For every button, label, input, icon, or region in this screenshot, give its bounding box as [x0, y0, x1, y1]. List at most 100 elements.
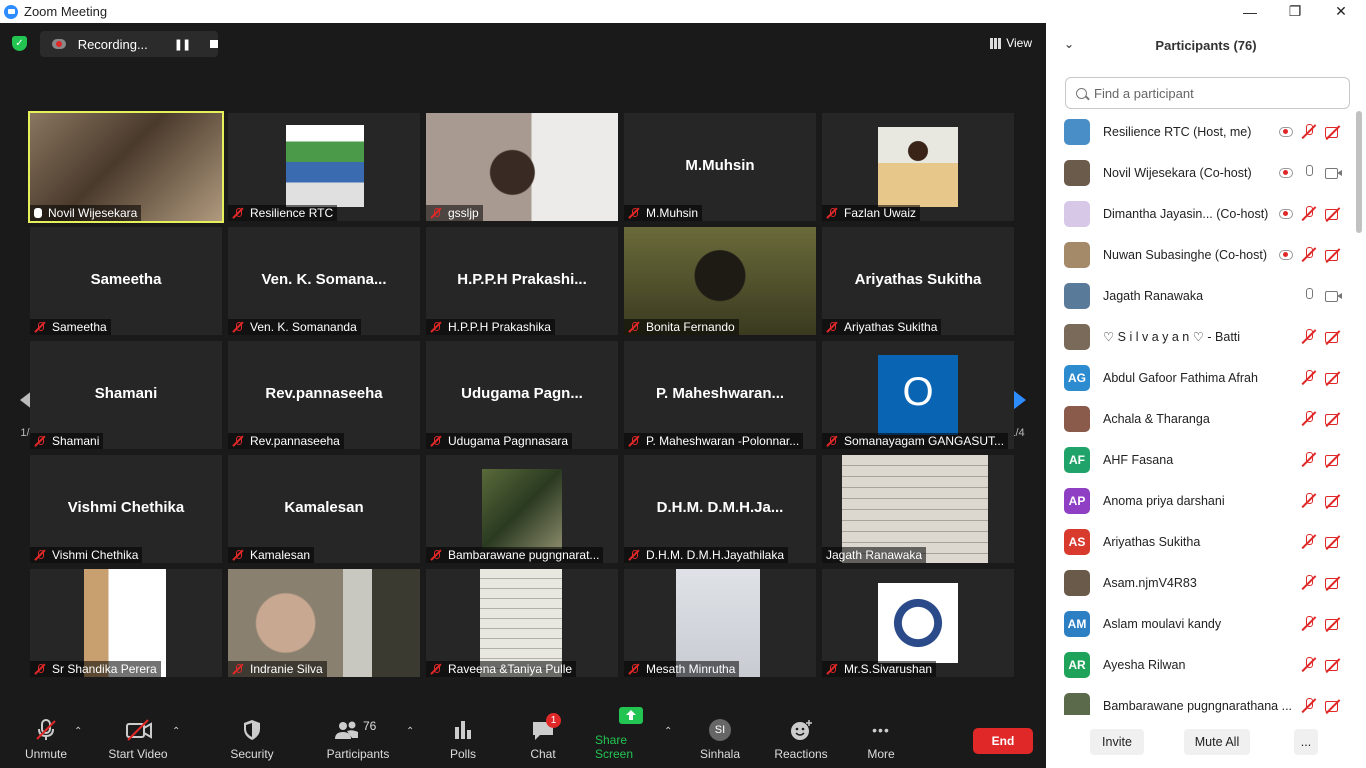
encryption-shield-icon[interactable]: ✓ [12, 36, 27, 51]
participant-row[interactable]: Achala & Tharanga [1046, 398, 1356, 439]
video-off-icon [1325, 659, 1342, 671]
participant-row[interactable]: Jagath Ranawaka [1046, 275, 1356, 316]
invite-button[interactable]: Invite [1090, 729, 1144, 755]
tile-name-label: Shamani [30, 433, 104, 449]
video-tile[interactable]: Shamani Shamani [30, 341, 222, 449]
participant-row[interactable]: ♡ S i l v a y a n ♡ - Batti [1046, 316, 1356, 357]
video-tile[interactable]: Vishmi Chethika Vishmi Chethika [30, 455, 222, 563]
video-tile[interactable]: Mr.S.Sivarushan [822, 569, 1014, 677]
participant-row[interactable]: AM Aslam moulavi kandy [1046, 603, 1356, 644]
tile-name: Kamalesan [250, 548, 311, 562]
participant-name: Ayesha Rilwan [1103, 657, 1186, 672]
tile-name-label: Indranie Silva [228, 661, 327, 677]
participant-list-scrollbar[interactable] [1356, 111, 1362, 233]
muted-mic-icon [430, 549, 442, 561]
participant-name: Abdul Gafoor Fathima Afrah [1103, 370, 1258, 385]
video-tile[interactable]: Fazlan Uwaiz [822, 113, 1014, 221]
tile-name-label: Udugama Pagnnasara [426, 433, 573, 449]
tile-display-name: Sameetha [90, 271, 162, 288]
participant-row[interactable]: AG Abdul Gafoor Fathima Afrah [1046, 357, 1356, 398]
pause-recording-button[interactable]: ❚❚ [174, 38, 191, 51]
video-tile[interactable]: M.Muhsin M.Muhsin [624, 113, 816, 221]
tile-display-name: Ariyathas Sukitha [854, 271, 982, 288]
maximize-button[interactable]: ❐ [1272, 0, 1318, 23]
video-tile[interactable]: Jagath Ranawaka [822, 455, 1014, 563]
muted-mic-icon [34, 549, 46, 561]
collapse-panel-chevron-icon[interactable]: ⌄ [1064, 37, 1074, 51]
share-screen-button[interactable]: Share Screen [595, 707, 667, 768]
speaking-mic-icon [34, 208, 42, 218]
participants-caret-icon[interactable]: ⌃ [406, 726, 414, 737]
muted-mic-icon [430, 207, 442, 219]
participant-row[interactable]: Resilience RTC (Host, me) [1046, 111, 1356, 152]
video-tile[interactable]: Ven. K. Somana... Ven. K. Somananda [228, 227, 420, 335]
video-tile[interactable]: Kamalesan Kamalesan [228, 455, 420, 563]
video-tile[interactable]: Udugama Pagn... Udugama Pagnnasara [426, 341, 618, 449]
unmute-button[interactable]: Unmute [20, 712, 72, 768]
video-tile[interactable]: Raveena &Taniya Pulle [426, 569, 618, 677]
minimize-button[interactable]: — [1227, 0, 1273, 23]
muted-mic-icon [628, 549, 640, 561]
chat-icon: 1 [531, 713, 561, 741]
more-button[interactable]: ••• More [862, 712, 900, 768]
tile-name: Indranie Silva [250, 662, 323, 676]
polls-button[interactable]: Polls [446, 712, 480, 768]
more-label: More [867, 747, 895, 761]
close-button[interactable]: ✕ [1318, 0, 1364, 23]
find-participant-search[interactable]: Find a participant [1065, 77, 1350, 109]
gallery-grid: Novil Wijesekara Resilience RTC gssljp M.Mu… [28, 111, 1016, 677]
participant-row[interactable]: Bambarawane pugngnarathana ... [1046, 685, 1356, 715]
reactions-button[interactable]: Reactions [772, 712, 830, 768]
tile-display-name: Shamani [94, 385, 158, 402]
participant-row[interactable]: Asam.njmV4R83 [1046, 562, 1356, 603]
video-tile[interactable]: H.P.P.H Prakashi... H.P.P.H Prakashika [426, 227, 618, 335]
view-button[interactable]: View [984, 32, 1038, 54]
participant-row[interactable]: Nuwan Subasinghe (Co-host) [1046, 234, 1356, 275]
grid-view-icon [990, 37, 1002, 49]
participant-row[interactable]: Novil Wijesekara (Co-host) [1046, 152, 1356, 193]
chat-button[interactable]: 1 Chat [526, 712, 561, 768]
video-tile[interactable]: Rev.pannaseeha Rev.pannaseeha [228, 341, 420, 449]
tile-name: Shamani [52, 434, 100, 448]
panel-more-button[interactable]: ... [1294, 729, 1318, 755]
tile-name: Ven. K. Somananda [250, 320, 357, 334]
video-tile[interactable]: D.H.M. D.M.H.Ja... D.H.M. D.M.H.Jayathila… [624, 455, 816, 563]
video-tile[interactable]: gssljp [426, 113, 618, 221]
share-options-caret-icon[interactable]: ⌃ [664, 726, 672, 737]
audio-options-caret-icon[interactable]: ⌃ [74, 726, 82, 737]
video-options-caret-icon[interactable]: ⌃ [172, 726, 180, 737]
mic-muted-icon [1302, 410, 1316, 427]
video-tile[interactable]: Bonita Fernando [624, 227, 816, 335]
video-tile[interactable]: Bambarawane pugngnarat... [426, 455, 618, 563]
participant-row[interactable]: AP Anoma priya darshani [1046, 480, 1356, 521]
interpretation-sinhala-button[interactable]: SI Sinhala [698, 712, 742, 768]
participant-row[interactable]: AS Ariyathas Sukitha [1046, 521, 1356, 562]
participant-row[interactable]: AF AHF Fasana [1046, 439, 1356, 480]
participant-row[interactable]: Dimantha Jayasin... (Co-host) [1046, 193, 1356, 234]
video-tile[interactable]: Ariyathas Sukitha Ariyathas Sukitha [822, 227, 1014, 335]
stop-recording-button[interactable] [210, 40, 218, 48]
muted-mic-icon [232, 207, 244, 219]
start-video-button[interactable]: Start Video [105, 712, 171, 768]
participant-row[interactable]: AR Ayesha Rilwan [1046, 644, 1356, 685]
mic-muted-icon [1302, 451, 1316, 468]
video-tile[interactable]: Mesath Minrutha [624, 569, 816, 677]
participant-avatar [1064, 159, 1090, 186]
mute-all-button[interactable]: Mute All [1184, 729, 1250, 755]
video-tile[interactable]: O Somanayagam GANGASUT... [822, 341, 1014, 449]
tile-name: Rev.pannaseeha [250, 434, 340, 448]
video-tile[interactable]: P. Maheshwaran... P. Maheshwaran -Polonna… [624, 341, 816, 449]
end-meeting-button[interactable]: End [973, 728, 1033, 754]
video-tile[interactable]: Sr Shandika Perera [30, 569, 222, 677]
video-tile[interactable]: Novil Wijesekara [28, 111, 224, 223]
video-tile[interactable]: Sameetha Sameetha [30, 227, 222, 335]
video-tile[interactable]: Indranie Silva [228, 569, 420, 677]
mic-icon [1302, 164, 1316, 181]
tile-name: gssljp [448, 206, 479, 220]
video-tile[interactable]: Resilience RTC [228, 113, 420, 221]
panel-title: Participants (76) [1155, 37, 1257, 53]
security-button[interactable]: Security [228, 712, 276, 768]
video-off-icon [1325, 372, 1342, 384]
mic-muted-icon [1302, 492, 1316, 509]
participants-button[interactable]: 76 Participants [324, 712, 392, 768]
